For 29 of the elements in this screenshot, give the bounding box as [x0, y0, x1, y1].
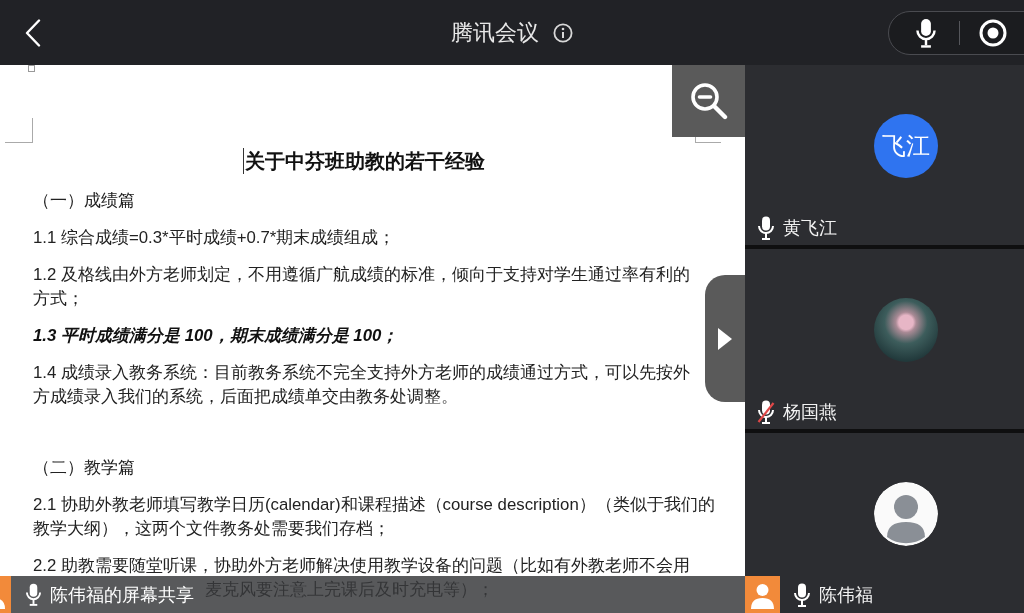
- chevron-left-icon: [25, 18, 41, 47]
- info-icon[interactable]: [553, 22, 573, 43]
- section-heading: （二）教学篇: [33, 457, 135, 479]
- zoom-out-button[interactable]: [672, 65, 745, 137]
- paragraph: 1.1 综合成绩=0.3*平时成绩+0.7*期末成绩组成；: [33, 227, 396, 249]
- microphone-button[interactable]: [915, 17, 937, 48]
- paragraph: 1.4 成绩录入教务系统：目前教务系统不完全支持外方老师的成绩通过方式，可以先按外 方成绩录入我们的系统，后面把成绩单交由教务处调整。: [33, 362, 690, 408]
- record-icon: [979, 18, 1007, 47]
- initials-avatar: 飞江: [874, 114, 938, 178]
- zoom-out-icon: [689, 82, 728, 120]
- corner-mark-icon: [5, 118, 33, 143]
- paragraph: 2.1 协助外教老师填写教学日历(calendar)和课程描述（course description）（类似于我们的 教学大纲），这两个文件教务处需要我们存档；: [33, 494, 715, 540]
- participant-name: 陈伟福: [819, 583, 873, 607]
- play-triangle-icon: [718, 327, 732, 350]
- paragraph: 1.2 及格线由外方老师划定，不用遵循广航成绩的标准，倾向于支持对学生通过率有利的 方式；: [33, 264, 690, 310]
- avatar-silhouette-icon: [874, 482, 938, 546]
- panel-toggle-button[interactable]: [705, 275, 745, 402]
- screen-share-label: 陈伟福的屏幕共享: [50, 583, 194, 607]
- back-button[interactable]: [25, 18, 41, 47]
- text-cursor: [243, 148, 244, 174]
- participant-name: 黄飞江: [783, 217, 837, 240]
- paragraph: 2.2 助教需要随堂听课，协助外方老师解决使用教学设备的问题（比如有外教老师不会用: [33, 555, 690, 577]
- document-title: 关于中芬班助教的若干经验: [245, 149, 485, 174]
- record-button[interactable]: [979, 18, 1007, 47]
- participant-name: 杨国燕: [783, 401, 837, 424]
- window-title: 腾讯会议: [451, 18, 539, 47]
- microphone-icon: [915, 17, 937, 48]
- section-heading: （一）成绩篇: [33, 190, 135, 212]
- bold-paragraph: 1.3 平时成绩满分是 100，期末成绩满分是 100；: [33, 325, 399, 347]
